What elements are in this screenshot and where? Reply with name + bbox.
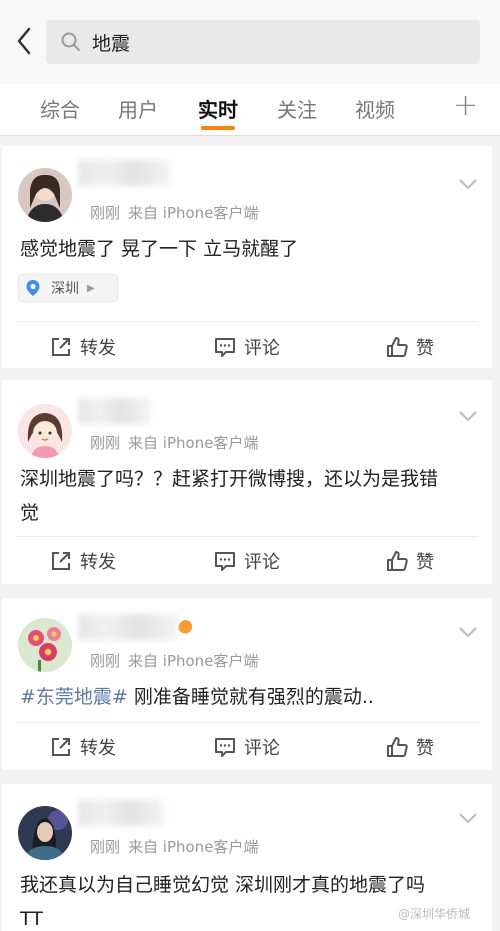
thumbs-up-icon xyxy=(387,337,408,357)
search-input[interactable]: 地震 xyxy=(92,29,130,56)
like-label: 赞 xyxy=(416,552,434,573)
share-icon xyxy=(52,338,70,356)
divider xyxy=(16,536,478,537)
post-actions: 转发 评论 赞 xyxy=(2,728,492,768)
username-blurred[interactable] xyxy=(78,614,178,640)
location-label: 深圳 xyxy=(51,281,79,297)
comment-button[interactable]: 评论 xyxy=(214,334,280,360)
comment-button[interactable]: 评论 xyxy=(214,548,280,574)
repost-label: 转发 xyxy=(80,738,116,759)
post-time: 刚刚 xyxy=(90,652,121,670)
tab-video[interactable]: 视频 xyxy=(355,94,395,123)
post-source: 来自 iPhone客户端 xyxy=(128,434,259,452)
search-field[interactable]: 地震 xyxy=(46,20,480,64)
tab-following[interactable]: 关注 xyxy=(277,94,317,123)
divider xyxy=(16,321,478,322)
hashtag-link[interactable]: #东莞地震# xyxy=(20,686,128,708)
chevron-down-icon[interactable] xyxy=(458,178,478,190)
chevron-down-icon[interactable] xyxy=(458,812,478,824)
search-icon xyxy=(61,32,80,51)
comment-button[interactable]: 评论 xyxy=(214,734,280,760)
post-actions: 转发 评论 赞 xyxy=(2,540,492,580)
thumbs-up-icon xyxy=(387,551,408,571)
like-button[interactable]: 赞 xyxy=(386,548,434,574)
tab-bar: 综合 用户 实时 关注 视频 + xyxy=(0,84,500,136)
watermark: @深圳华侨城 xyxy=(398,907,471,921)
chevron-down-icon[interactable] xyxy=(458,410,478,422)
location-pin-icon xyxy=(26,280,40,296)
chevron-down-icon[interactable] xyxy=(458,626,478,638)
repost-label: 转发 xyxy=(80,338,116,359)
post-card[interactable]: 刚刚 来自 iPhone客户端 #东莞地震# 刚准备睡觉就有强烈的震动.. 转发 … xyxy=(2,598,492,770)
post-text-line: 觉 xyxy=(20,502,40,524)
post-text: 深圳地震了吗？？赶紧打开微博搜，还以为是我错 觉 xyxy=(20,462,470,530)
post-time: 刚刚 xyxy=(90,434,121,452)
username-blurred[interactable] xyxy=(78,398,150,424)
post-text: #东莞地震# 刚准备睡觉就有强烈的震动.. xyxy=(20,680,470,714)
tab-users[interactable]: 用户 xyxy=(118,94,158,123)
post-meta: 刚刚 来自 iPhone客户端 xyxy=(90,202,258,223)
thumbs-up-icon xyxy=(387,737,408,757)
divider xyxy=(16,722,478,723)
chevron-right-icon: ▶ xyxy=(87,282,95,294)
add-tab-button[interactable]: + xyxy=(453,88,478,123)
post-text-body: 刚准备睡觉就有强烈的震动.. xyxy=(127,686,374,708)
post-text: 感觉地震了 晃了一下 立马就醒了 xyxy=(20,238,299,260)
post-meta: 刚刚 来自 iPhone客户端 xyxy=(90,432,258,453)
post-text-line: 我还真以为自己睡觉幻觉 深圳刚才真的地震了吗 xyxy=(20,874,426,896)
avatar[interactable] xyxy=(18,618,72,672)
post-time: 刚刚 xyxy=(90,204,121,222)
repost-label: 转发 xyxy=(80,552,116,573)
post-time: 刚刚 xyxy=(90,838,121,856)
chevron-left-icon xyxy=(17,27,31,55)
badge-icon xyxy=(178,620,193,634)
avatar[interactable] xyxy=(18,404,72,458)
post-source: 来自 iPhone客户端 xyxy=(128,838,259,856)
comment-icon xyxy=(215,738,235,757)
share-icon xyxy=(52,738,70,756)
location-tag[interactable]: 深圳 ▶ xyxy=(18,274,118,302)
repost-button[interactable]: 转发 xyxy=(50,334,116,360)
like-label: 赞 xyxy=(416,738,434,759)
tab-comprehensive[interactable]: 综合 xyxy=(40,94,80,123)
username-blurred[interactable] xyxy=(78,160,170,186)
share-icon xyxy=(52,552,70,570)
comment-label: 评论 xyxy=(244,552,280,573)
post-source: 来自 iPhone客户端 xyxy=(128,652,259,670)
post-meta: 刚刚 来自 iPhone客户端 xyxy=(90,650,258,671)
comment-label: 评论 xyxy=(244,738,280,759)
post-actions: 转发 评论 赞 xyxy=(2,326,492,366)
post-card[interactable]: 刚刚 来自 iPhone客户端 感觉地震了 晃了一下 立马就醒了 深圳 ▶ 转发 … xyxy=(2,146,492,368)
repost-button[interactable]: 转发 xyxy=(50,734,116,760)
username-blurred[interactable] xyxy=(78,800,164,826)
back-button[interactable] xyxy=(10,24,38,58)
active-tab-indicator xyxy=(201,126,235,130)
post-meta: 刚刚 来自 iPhone客户端 xyxy=(90,836,258,857)
repost-button[interactable]: 转发 xyxy=(50,548,116,574)
avatar[interactable] xyxy=(18,806,72,860)
tab-realtime[interactable]: 实时 xyxy=(198,94,238,123)
comment-icon xyxy=(215,338,235,357)
post-text-line: 深圳地震了吗？？赶紧打开微博搜，还以为是我错 xyxy=(20,468,439,490)
like-button[interactable]: 赞 xyxy=(386,334,434,360)
like-label: 赞 xyxy=(416,338,434,359)
comment-icon xyxy=(215,552,235,571)
comment-label: 评论 xyxy=(244,338,280,359)
top-bar: 地震 xyxy=(0,0,500,84)
post-source: 来自 iPhone客户端 xyxy=(128,204,259,222)
avatar[interactable] xyxy=(18,168,72,222)
post-card[interactable]: 刚刚 来自 iPhone客户端 深圳地震了吗？？赶紧打开微博搜，还以为是我错 觉 … xyxy=(2,380,492,584)
like-button[interactable]: 赞 xyxy=(386,734,434,760)
